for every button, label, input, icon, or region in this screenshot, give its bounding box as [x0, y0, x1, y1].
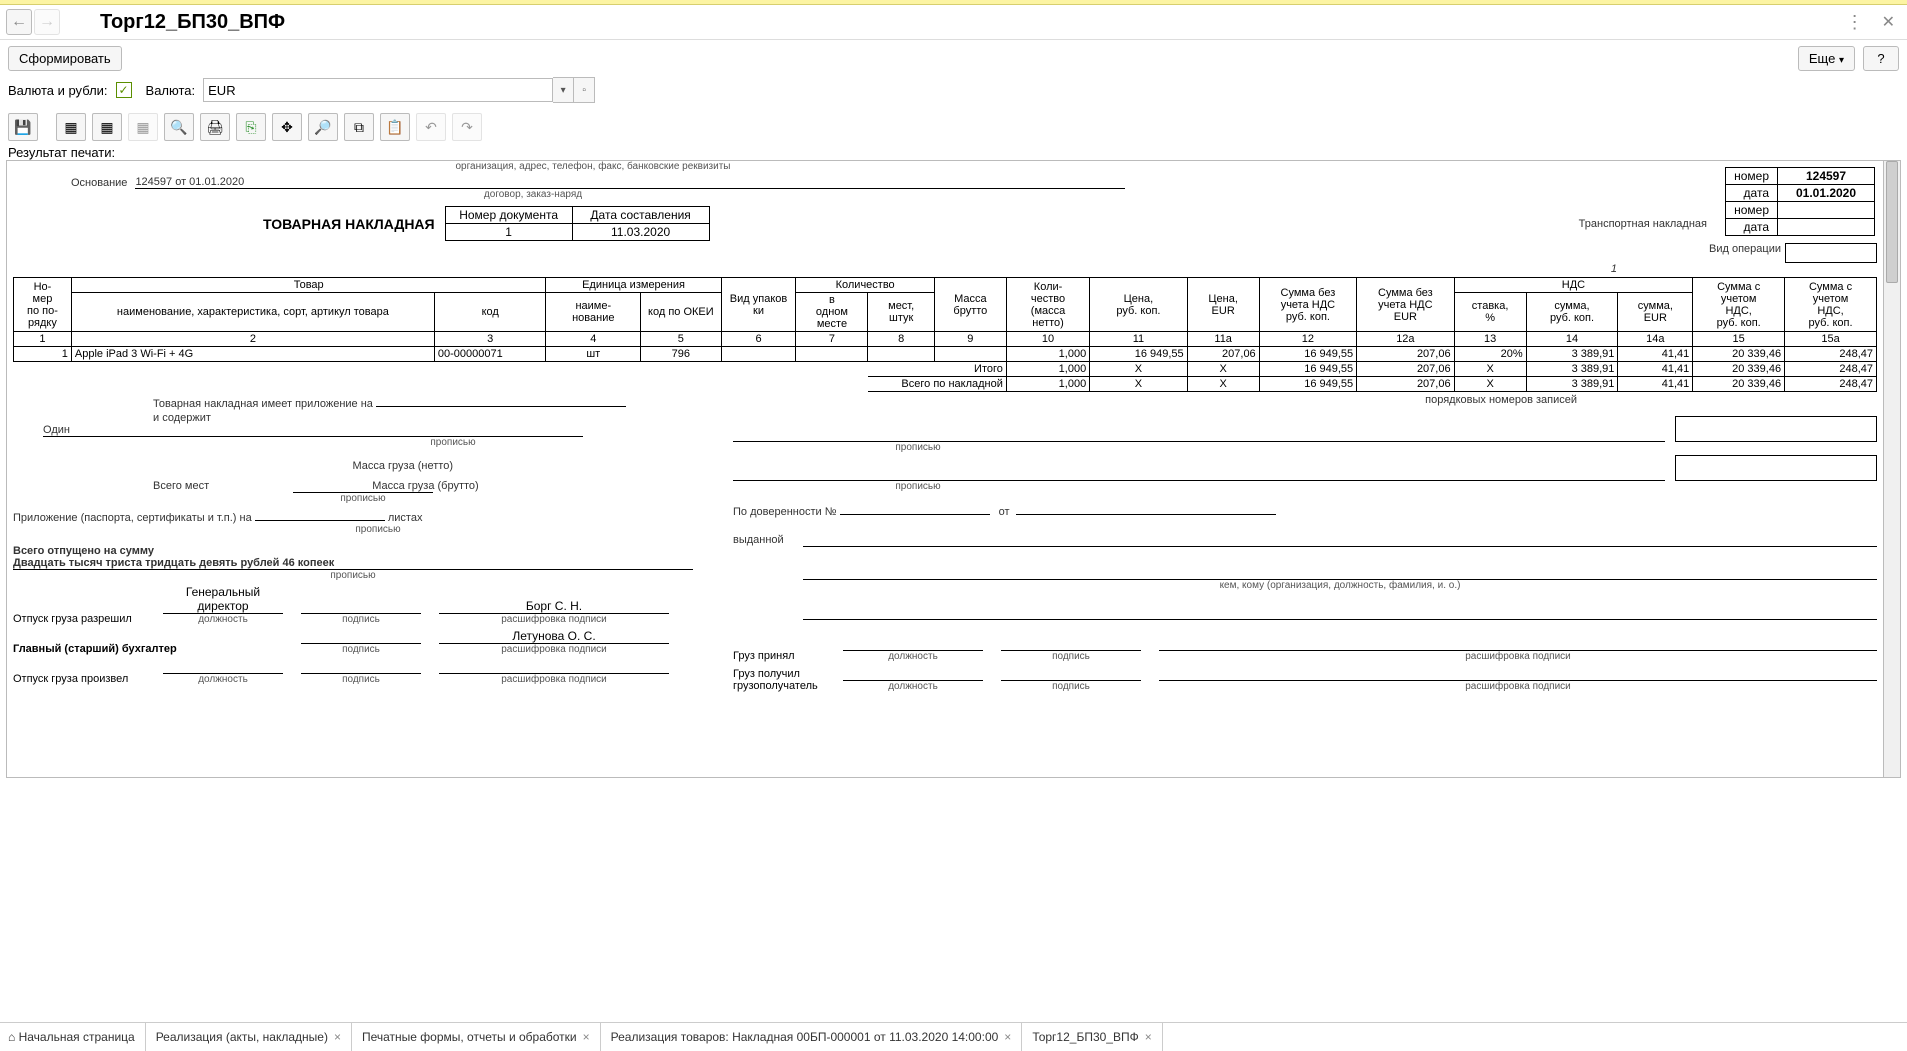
dropdown-icon[interactable]: ▾ [553, 77, 574, 103]
form-button[interactable]: Сформировать [8, 46, 122, 71]
table2-icon[interactable]: ▦ [92, 113, 122, 141]
result-label: Результат печати: [0, 145, 1907, 160]
close-icon[interactable]: × [583, 1030, 590, 1044]
more-button[interactable]: Еще ▾ [1798, 46, 1855, 71]
table-row: 1 Apple iPad 3 Wi-Fi + 4G 00-00000071 шт… [14, 347, 1877, 362]
toolbar: 💾 ▦ ▦ ▦ 🔍 🖨 ⎘ ✥ 🔎 ⧉ 📋 ↶ ↷ [0, 109, 1907, 145]
currency-input[interactable] [203, 78, 553, 102]
currency-label: Валюта: [146, 83, 196, 98]
fit-icon[interactable]: ✥ [272, 113, 302, 141]
tab-item[interactable]: Печатные формы, отчеты и обработки× [352, 1023, 601, 1051]
help-button[interactable]: ? [1863, 46, 1899, 71]
export-icon[interactable]: ⎘ [236, 113, 266, 141]
tab-item[interactable]: Реализация товаров: Накладная 00БП-00000… [601, 1023, 1023, 1051]
vertical-scrollbar[interactable] [1884, 160, 1901, 778]
close-icon[interactable]: × [1145, 1030, 1152, 1044]
page-title: Торг12_БП30_ВПФ [100, 11, 285, 34]
tab-item[interactable]: Торг12_БП30_ВПФ× [1022, 1023, 1162, 1051]
redo-icon[interactable]: ↷ [452, 113, 482, 141]
back-button[interactable]: ← [6, 9, 32, 35]
currency-rub-checkbox[interactable]: ✓ [116, 82, 132, 98]
close-icon[interactable]: × [1004, 1030, 1011, 1044]
copy-icon[interactable]: ⧉ [344, 113, 374, 141]
bottom-tabs: ⌂ Начальная страница Реализация (акты, н… [0, 1022, 1907, 1051]
paste-icon[interactable]: 📋 [380, 113, 410, 141]
currency-rub-label: Валюта и рубли: [8, 83, 108, 98]
print-preview: организация, адрес, телефон, факс, банко… [6, 160, 1884, 778]
table-icon[interactable]: ▦ [56, 113, 86, 141]
close-icon[interactable]: × [334, 1030, 341, 1044]
save-icon[interactable]: 💾 [8, 113, 38, 141]
table3-icon[interactable]: ▦ [128, 113, 158, 141]
tab-item[interactable]: Реализация (акты, накладные)× [146, 1023, 352, 1051]
home-icon: ⌂ [8, 1030, 15, 1044]
undo-icon[interactable]: ↶ [416, 113, 446, 141]
zoom-icon[interactable]: 🔎 [308, 113, 338, 141]
close-icon[interactable]: ✕ [1876, 12, 1901, 32]
print-icon[interactable]: 🖨 [200, 113, 230, 141]
open-icon[interactable]: ▫ [574, 77, 595, 103]
titlebar: ← → Торг12_БП30_ВПФ ⋮ ✕ [0, 5, 1907, 40]
preview-icon[interactable]: 🔍 [164, 113, 194, 141]
forward-button[interactable]: → [34, 9, 60, 35]
tab-home[interactable]: ⌂ Начальная страница [0, 1023, 146, 1051]
goods-table: Но- мер по по- рядку Товар Единица измер… [13, 277, 1877, 392]
kebab-menu-icon[interactable]: ⋮ [1840, 12, 1870, 33]
